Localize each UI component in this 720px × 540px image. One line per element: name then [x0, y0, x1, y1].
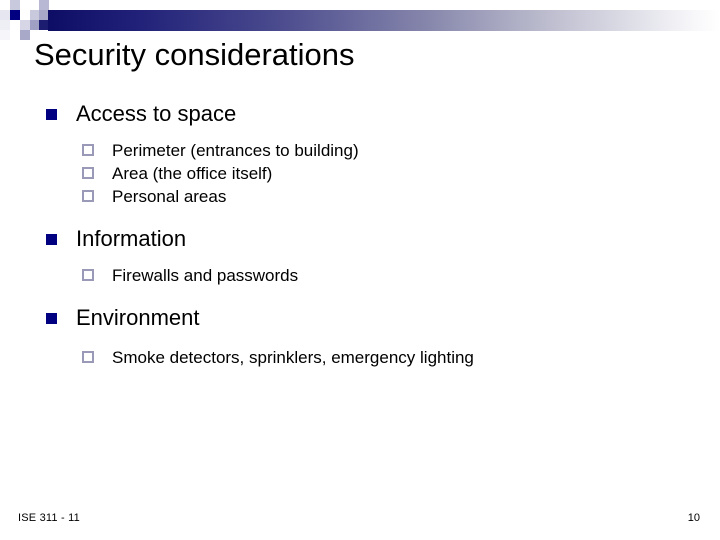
section-heading-label: Access to space	[76, 101, 237, 126]
decorative-square	[10, 10, 20, 20]
list-item-label: Perimeter (entrances to building)	[112, 141, 359, 160]
section-heading: Information	[0, 225, 720, 253]
page-number: 10	[687, 512, 700, 524]
section-heading-label: Environment	[76, 305, 200, 330]
list-item-label: Smoke detectors, sprinklers, emergency l…	[112, 348, 474, 367]
decorative-square	[30, 10, 39, 20]
decorative-square	[20, 0, 30, 10]
square-bullet-icon	[46, 313, 57, 324]
section-heading: Environment	[0, 304, 720, 332]
decorative-square	[0, 30, 10, 40]
list-item: Smoke detectors, sprinklers, emergency l…	[0, 346, 720, 369]
hollow-square-bullet-icon	[82, 190, 94, 202]
list-item-label: Area (the office itself)	[112, 164, 273, 183]
list-item: Area (the office itself)	[0, 162, 720, 185]
square-bullet-icon	[46, 109, 57, 120]
title-banner-bar	[48, 10, 720, 31]
decorative-square	[30, 20, 39, 30]
page-title: Security considerations	[34, 37, 355, 72]
list-item-label: Personal areas	[112, 187, 227, 206]
list-item: Personal areas	[0, 185, 720, 208]
decorative-square	[49, 0, 59, 10]
list-item: Firewalls and passwords	[0, 264, 720, 287]
decorative-square	[0, 10, 10, 20]
section-heading: Access to space	[0, 100, 720, 128]
decorative-square	[20, 30, 30, 40]
decorative-square	[10, 0, 20, 10]
decorative-square	[10, 20, 20, 30]
decorative-square	[20, 20, 30, 30]
decorative-square	[0, 20, 10, 30]
slide-canvas: Security considerations Access to space …	[0, 0, 720, 540]
hollow-square-bullet-icon	[82, 144, 94, 156]
slide-body: Access to space Perimeter (entrances to …	[0, 100, 720, 369]
footer-course-label: ISE 311 - 11	[18, 512, 80, 524]
hollow-square-bullet-icon	[82, 269, 94, 281]
section-heading-label: Information	[76, 226, 187, 251]
list-item: Perimeter (entrances to building)	[0, 139, 720, 162]
decorative-square	[10, 30, 20, 40]
decorative-square	[20, 10, 30, 20]
square-bullet-icon	[46, 234, 57, 245]
hollow-square-bullet-icon	[82, 167, 94, 179]
list-item-label: Firewalls and passwords	[112, 266, 299, 285]
decorative-square	[30, 0, 39, 10]
hollow-square-bullet-icon	[82, 351, 94, 363]
decorative-square	[39, 0, 49, 10]
